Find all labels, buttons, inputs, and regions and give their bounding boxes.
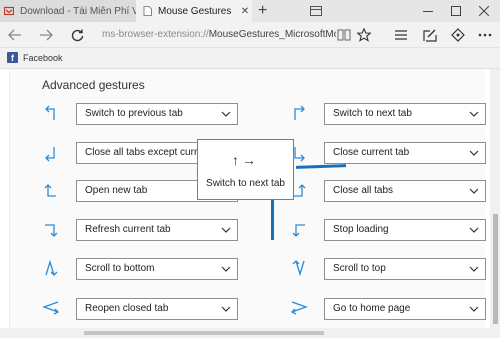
document-icon (142, 6, 152, 16)
gesture-select[interactable]: Reopen closed tab (76, 298, 238, 320)
page-favicon-icon (4, 6, 14, 16)
arrow-up-down-icon (45, 259, 58, 276)
chevron-down-icon (221, 104, 231, 124)
restore-icon[interactable] (442, 0, 470, 22)
share-icon[interactable] (448, 25, 468, 45)
gesture-select[interactable]: Scroll to bottom (76, 258, 238, 280)
gesture-select-value: Close all tabs (333, 185, 394, 196)
gesture-select-value: Close current tab (333, 147, 410, 158)
gesture-select[interactable]: Stop loading (324, 219, 486, 241)
gesture-select[interactable]: Close all tabs (324, 180, 486, 202)
horizontal-scrollbar-thumb[interactable] (84, 331, 324, 335)
gesture-select[interactable]: Switch to next tab (324, 103, 486, 125)
tab-mouse-gestures[interactable]: Mouse Gestures ✕ (136, 0, 252, 22)
gesture-arrows: ↑→ (232, 152, 259, 168)
arrow-right-left-icon (290, 301, 308, 315)
forward-arrow-icon[interactable] (36, 25, 56, 45)
arrow-up-right-icon (44, 184, 56, 197)
tab-title: Mouse Gestures (158, 5, 232, 17)
address-path: MouseGestures_MicrosoftMouseGe (208, 29, 336, 40)
minimize-icon[interactable] (414, 0, 442, 22)
gesture-stroke-vertical (271, 200, 274, 240)
gesture-select-value: Switch to next tab (333, 108, 412, 119)
arrow-up-right-corner-icon (294, 105, 305, 120)
gesture-select-value: Switch to previous tab (85, 108, 183, 119)
arrow-down-left-icon (45, 147, 55, 162)
gesture-action-label: Switch to next tab (206, 178, 285, 189)
more-icon[interactable] (475, 25, 495, 45)
arrow-right-down-icon (45, 224, 58, 237)
back-arrow-icon[interactable] (5, 25, 25, 45)
chevron-down-icon (469, 299, 479, 319)
chevron-down-icon (469, 220, 479, 240)
section-title: Advanced gestures (42, 78, 145, 92)
facebook-icon: f (7, 52, 18, 63)
gesture-select[interactable]: Scroll to top (324, 258, 486, 280)
close-tab-icon[interactable]: ✕ (238, 6, 252, 17)
gesture-select-value: Reopen closed tab (85, 303, 169, 314)
arrow-left-down-icon (292, 224, 305, 237)
chevron-down-icon (221, 299, 231, 319)
gesture-select-value: Scroll to bottom (85, 263, 155, 274)
gesture-select[interactable]: Close current tab (324, 142, 486, 164)
hub-icon[interactable] (391, 25, 411, 45)
arrow-up-left-icon (45, 105, 55, 120)
vertical-scrollbar-thumb[interactable] (493, 214, 498, 324)
favorite-facebook[interactable]: f Facebook (7, 52, 63, 63)
gesture-select[interactable]: Go to home page (324, 298, 486, 320)
chevron-down-icon (469, 181, 479, 201)
chevron-down-icon (469, 143, 479, 163)
close-window-icon[interactable] (470, 0, 498, 22)
tab-download[interactable]: Download - Tài Miễn Phí VN (0, 0, 136, 22)
favorite-star-icon[interactable] (354, 25, 374, 45)
gesture-select-value: Scroll to top (333, 263, 386, 274)
address-bar[interactable]: ms-browser-extension://MouseGestures_Mic… (102, 26, 336, 44)
arrow-down-up-icon (292, 260, 305, 277)
chevron-down-icon (221, 220, 231, 240)
gesture-select[interactable]: Switch to previous tab (76, 103, 238, 125)
reading-view-icon[interactable] (334, 25, 354, 45)
refresh-icon[interactable] (67, 25, 87, 45)
navigation-toolbar: ms-browser-extension://MouseGestures_Mic… (0, 22, 500, 48)
address-scheme: ms-browser-extension:// (102, 29, 209, 40)
gesture-popup: ↑→ Switch to next tab (197, 139, 294, 200)
chevron-down-icon (469, 104, 479, 124)
gesture-select[interactable]: Refresh current tab (76, 219, 238, 241)
arrow-left-right-icon (42, 301, 60, 315)
gesture-select-value: Go to home page (333, 303, 411, 314)
web-note-icon[interactable] (420, 25, 440, 45)
gesture-select-value: Stop loading (333, 224, 389, 235)
tab-preview-icon[interactable] (302, 0, 330, 22)
favorite-label: Facebook (23, 52, 63, 63)
gesture-select-value: Refresh current tab (85, 224, 171, 235)
favorites-bar: f Facebook (0, 48, 500, 69)
chevron-down-icon (221, 259, 231, 279)
new-tab-button[interactable]: + (258, 2, 267, 20)
chevron-down-icon (469, 259, 479, 279)
tab-title: Download - Tài Miễn Phí VN (20, 5, 136, 17)
title-bar: Download - Tài Miễn Phí VN Mouse Gesture… (0, 0, 500, 22)
